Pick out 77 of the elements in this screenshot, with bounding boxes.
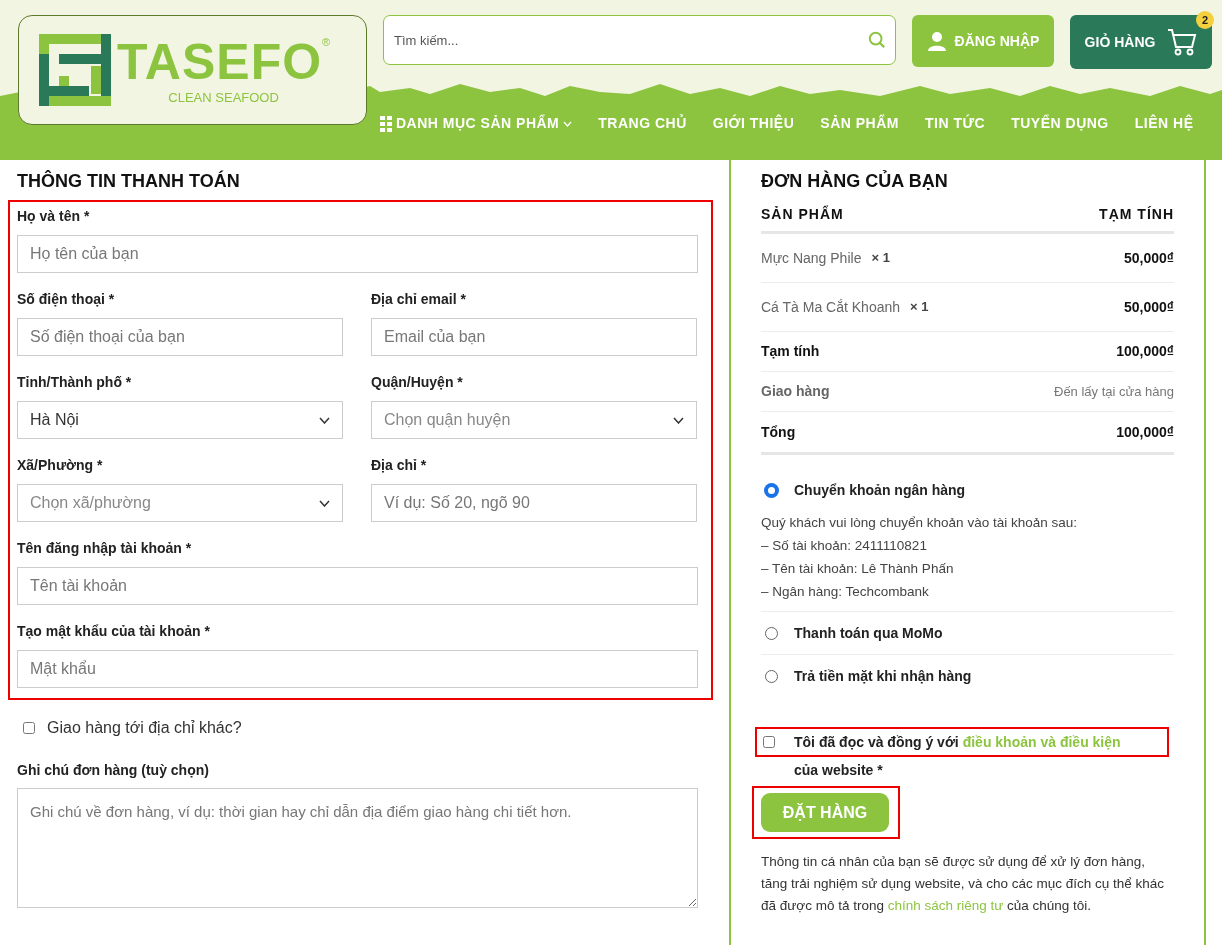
nav-link[interactable]: TRANG CHỦ <box>598 113 687 134</box>
column-header: TẠM TÍNH <box>1099 205 1174 224</box>
payment-option[interactable]: Chuyển khoản ngân hàng <box>761 477 1174 503</box>
summary-value: Đến lấy tại cửa hàng <box>1054 382 1174 401</box>
product-name: Cá Tà Ma Cắt Khoanh <box>761 297 901 317</box>
category-menu-link[interactable]: DANH MỤC SẢN PHẨM <box>380 113 573 134</box>
chevron-down-icon <box>319 499 330 507</box>
product-price: 50,000₫ <box>1124 297 1174 317</box>
payment-radio[interactable] <box>765 483 778 497</box>
field-label: Quận/Huyện * <box>371 373 464 392</box>
field-label: Địa chỉ email * <box>371 290 467 309</box>
terms-agreement-text: Tôi đã đọc và đồng ý với điều khoản và điều kiện của website * <box>794 733 1122 780</box>
field-label: Họ và tên * <box>17 207 91 226</box>
search-field[interactable]: Tìm kiếm... <box>383 15 896 65</box>
input-field[interactable]: Mật khẩu <box>17 650 698 688</box>
section-title: THÔNG TIN THANH TOÁN <box>17 169 241 193</box>
payment-option[interactable]: Trả tiền mặt khi nhận hàng <box>761 663 1174 689</box>
payment-radio[interactable] <box>765 669 778 683</box>
logo-squares-icon <box>39 34 111 106</box>
input-field[interactable]: Số điện thoại của bạn <box>17 318 343 356</box>
nav-link[interactable]: SẢN PHẨM <box>820 113 899 134</box>
product-price: 50,000₫ <box>1124 248 1174 268</box>
input-field[interactable]: Email của bạn <box>371 318 697 356</box>
payment-instruction: – Ngân hàng: Techcombank <box>761 583 930 601</box>
nav-link[interactable]: TIN TỨC <box>924 113 986 134</box>
field-label: Địa chỉ * <box>371 456 428 475</box>
ship-elsewhere-option[interactable]: Giao hàng tới địa chỉ khác? <box>23 716 698 740</box>
ship-elsewhere-checkbox[interactable] <box>23 722 35 734</box>
section-title: ĐƠN HÀNG CỦA BẠN <box>761 169 949 193</box>
product-quantity: × 1 <box>871 249 890 268</box>
select-field[interactable]: Chọn quận huyện <box>371 401 697 439</box>
summary-label: Giao hàng <box>761 382 830 401</box>
privacy-policy-link[interactable]: chính sách riêng tư <box>887 898 1004 913</box>
nav-link[interactable]: LIÊN HỆ <box>1134 113 1194 134</box>
privacy-notice: Thông tin cá nhân của bạn sẽ được sử dụng để xử lý đơn hàng, tăng trải nghiệm sử dụng website, và cho các mục đích cụ thể khác đã được mô tả trong chính sách riêng tư của chúng tôi. <box>761 853 1165 915</box>
cart-icon <box>1167 28 1198 56</box>
summary-label: Tạm tính <box>761 342 820 361</box>
grid-icon <box>380 115 392 132</box>
field-label: Ghi chú đơn hàng (tuỳ chọn) <box>17 761 210 780</box>
select-field[interactable]: Chọn xã/phường <box>17 484 343 522</box>
logo-wordmark: TASEFO <box>117 34 323 90</box>
payment-instruction: – Tên tài khoản: Lê Thành Phấn <box>761 560 955 578</box>
nav-link[interactable]: TUYỂN DỤNG <box>1011 113 1109 134</box>
user-icon <box>926 31 947 51</box>
summary-value: 100,000₫ <box>1116 422 1174 442</box>
nav-link[interactable]: GIỚI THIỆU <box>712 113 795 134</box>
payment-instruction: Quý khách vui lòng chuyển khoản vào tài khoản sau: <box>761 514 1078 532</box>
column-header: SẢN PHẨM <box>761 204 844 224</box>
chevron-down-icon <box>563 120 573 127</box>
terms-checkbox[interactable] <box>763 736 775 748</box>
input-field[interactable]: Ví dụ: Số 20, ngõ 90 <box>371 484 697 522</box>
logo-card[interactable]: TASEFO® CLEAN SEAFOOD <box>18 15 367 125</box>
input-field[interactable]: Họ tên của bạn <box>17 235 698 273</box>
field-label: Tỉnh/Thành phố * <box>17 373 133 392</box>
chevron-down-icon <box>319 416 330 424</box>
payment-instruction: – Số tài khoản: 2411110821 <box>761 537 928 555</box>
cart-count-badge: 2 <box>1196 11 1214 29</box>
field-label: Tạo mật khẩu của tài khoản * <box>17 622 211 641</box>
payment-radio[interactable] <box>765 626 778 640</box>
select-field[interactable]: Hà Nội <box>17 401 343 439</box>
field-label: Số điện thoại * <box>17 290 116 309</box>
ship-elsewhere-label: Giao hàng tới địa chỉ khác? <box>47 718 242 738</box>
input-field[interactable]: Tên tài khoản <box>17 567 698 605</box>
registered-mark: ® <box>322 35 331 48</box>
login-button[interactable]: ĐĂNG NHẬP <box>912 15 1054 67</box>
field-label: Tên đăng nhập tài khoản * <box>17 539 193 558</box>
chevron-down-icon <box>673 416 684 424</box>
terms-link[interactable]: điều khoản và điều kiện <box>962 734 1121 750</box>
field-label: Xã/Phường * <box>17 456 104 475</box>
order-notes-field[interactable]: Ghi chú về đơn hàng, ví dụ: thời gian hay chỉ dẫn địa điểm giao hàng chi tiết hơn. <box>17 788 698 908</box>
place-order-button[interactable]: ĐẶT HÀNG <box>761 793 889 832</box>
summary-label: Tổng <box>761 422 796 442</box>
logo-tagline: CLEAN SEAFOOD <box>168 90 279 106</box>
summary-value: 100,000₫ <box>1116 342 1174 361</box>
product-quantity: × 1 <box>910 298 929 317</box>
payment-option[interactable]: Thanh toán qua MoMo <box>761 620 1174 646</box>
product-name: Mực Nang Phile <box>761 248 862 268</box>
